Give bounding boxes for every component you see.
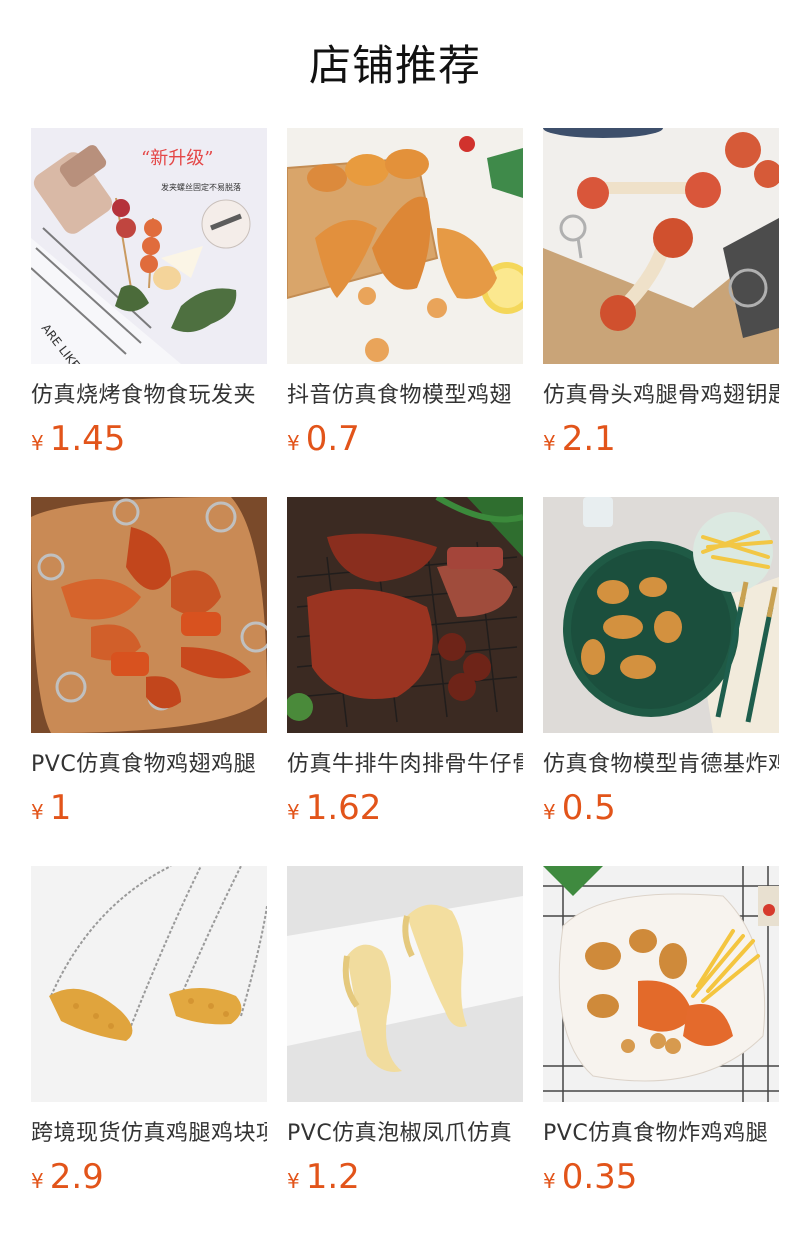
- price-row: ¥1.45: [31, 416, 267, 462]
- price-row: ¥0.5: [543, 785, 779, 831]
- product-card[interactable]: PVC仿真食物炸鸡鸡腿 ¥0.35: [543, 866, 779, 1201]
- currency-symbol: ¥: [543, 1169, 556, 1193]
- steak-ribs-photo: [287, 497, 523, 733]
- product-name[interactable]: 仿真骨头鸡腿骨鸡翅钥匙扣: [543, 378, 779, 414]
- product-price: 1.62: [305, 788, 382, 828]
- product-price: 1.2: [305, 1157, 360, 1197]
- price-row: ¥2.1: [543, 416, 779, 462]
- fried-chicken-plate-photo: [543, 497, 779, 733]
- price-row: ¥2.9: [31, 1154, 267, 1200]
- nugget-necklace-photo: [31, 866, 267, 1102]
- product-card[interactable]: 仿真牛排牛肉排骨牛仔骨 ¥1.62: [287, 497, 523, 832]
- product-price: 0.7: [305, 419, 360, 459]
- currency-symbol: ¥: [31, 800, 44, 824]
- product-name[interactable]: 抖音仿真食物模型鸡翅: [287, 378, 523, 414]
- svg-text:发夹螺丝固定不易脱落: 发夹螺丝固定不易脱落: [161, 182, 241, 192]
- product-card[interactable]: 抖音仿真食物模型鸡翅 ¥0.7: [287, 128, 523, 463]
- product-image[interactable]: [31, 866, 267, 1102]
- product-card[interactable]: 仿真食物模型肯德基炸鸡 ¥0.5: [543, 497, 779, 832]
- product-price: 2.1: [561, 419, 616, 459]
- currency-symbol: ¥: [31, 431, 44, 455]
- currency-symbol: ¥: [543, 431, 556, 455]
- product-price: 0.35: [561, 1157, 638, 1197]
- product-image[interactable]: [543, 866, 779, 1102]
- price-row: ¥1.62: [287, 785, 523, 831]
- product-image[interactable]: “新升级” 发夹螺丝固定不易脱落 ARE LIKE A FLOWE: [31, 128, 267, 364]
- product-name[interactable]: 跨境现货仿真鸡腿鸡块项链: [31, 1116, 267, 1152]
- product-price: 1.45: [49, 419, 126, 459]
- product-name[interactable]: 仿真牛排牛肉排骨牛仔骨: [287, 747, 523, 783]
- currency-symbol: ¥: [31, 1169, 44, 1193]
- product-card[interactable]: PVC仿真泡椒凤爪仿真 ¥1.2: [287, 866, 523, 1201]
- product-name[interactable]: 仿真食物模型肯德基炸鸡: [543, 747, 779, 783]
- product-image[interactable]: [287, 866, 523, 1102]
- currency-symbol: ¥: [543, 800, 556, 824]
- chicken-keychain-photo: [31, 497, 267, 733]
- currency-symbol: ¥: [287, 431, 300, 455]
- product-image[interactable]: [543, 497, 779, 733]
- product-image[interactable]: [287, 128, 523, 364]
- drumstick-bone-keychain-photo: [543, 128, 779, 364]
- page-title: 店铺推荐: [308, 41, 481, 90]
- chicken-feet-photo: [287, 866, 523, 1102]
- price-row: ¥0.7: [287, 416, 523, 462]
- product-card[interactable]: PVC仿真食物鸡翅鸡腿 ¥1: [31, 497, 267, 832]
- product-price: 0.5: [561, 788, 616, 828]
- price-row: ¥1: [31, 785, 267, 831]
- product-name[interactable]: PVC仿真泡椒凤爪仿真: [287, 1116, 523, 1152]
- product-grid: “新升级” 发夹螺丝固定不易脱落 ARE LIKE A FLOWE 仿真烧烤食物…: [31, 128, 790, 1201]
- product-name[interactable]: PVC仿真食物炸鸡鸡腿: [543, 1116, 779, 1152]
- svg-text:“新升级”: “新升级”: [141, 148, 213, 169]
- product-card[interactable]: “新升级” 发夹螺丝固定不易脱落 ARE LIKE A FLOWE 仿真烧烤食物…: [31, 128, 267, 463]
- product-price: 1: [49, 788, 72, 828]
- product-name[interactable]: PVC仿真食物鸡翅鸡腿: [31, 747, 267, 783]
- price-row: ¥0.35: [543, 1154, 779, 1200]
- fried-chicken-basket-photo: [543, 866, 779, 1102]
- product-card[interactable]: 仿真骨头鸡腿骨鸡翅钥匙扣 ¥2.1: [543, 128, 779, 463]
- product-image[interactable]: [31, 497, 267, 733]
- currency-symbol: ¥: [287, 1169, 300, 1193]
- product-price: 2.9: [49, 1157, 104, 1197]
- product-card[interactable]: 跨境现货仿真鸡腿鸡块项链 ¥2.9: [31, 866, 267, 1201]
- roast-wings-photo: [287, 128, 523, 364]
- bbq-hairclip-photo: “新升级” 发夹螺丝固定不易脱落 ARE LIKE A FLOWE: [31, 128, 267, 364]
- currency-symbol: ¥: [287, 800, 300, 824]
- product-image[interactable]: [543, 128, 779, 364]
- product-name[interactable]: 仿真烧烤食物食玩发夹: [31, 378, 267, 414]
- price-row: ¥1.2: [287, 1154, 523, 1200]
- product-image[interactable]: [287, 497, 523, 733]
